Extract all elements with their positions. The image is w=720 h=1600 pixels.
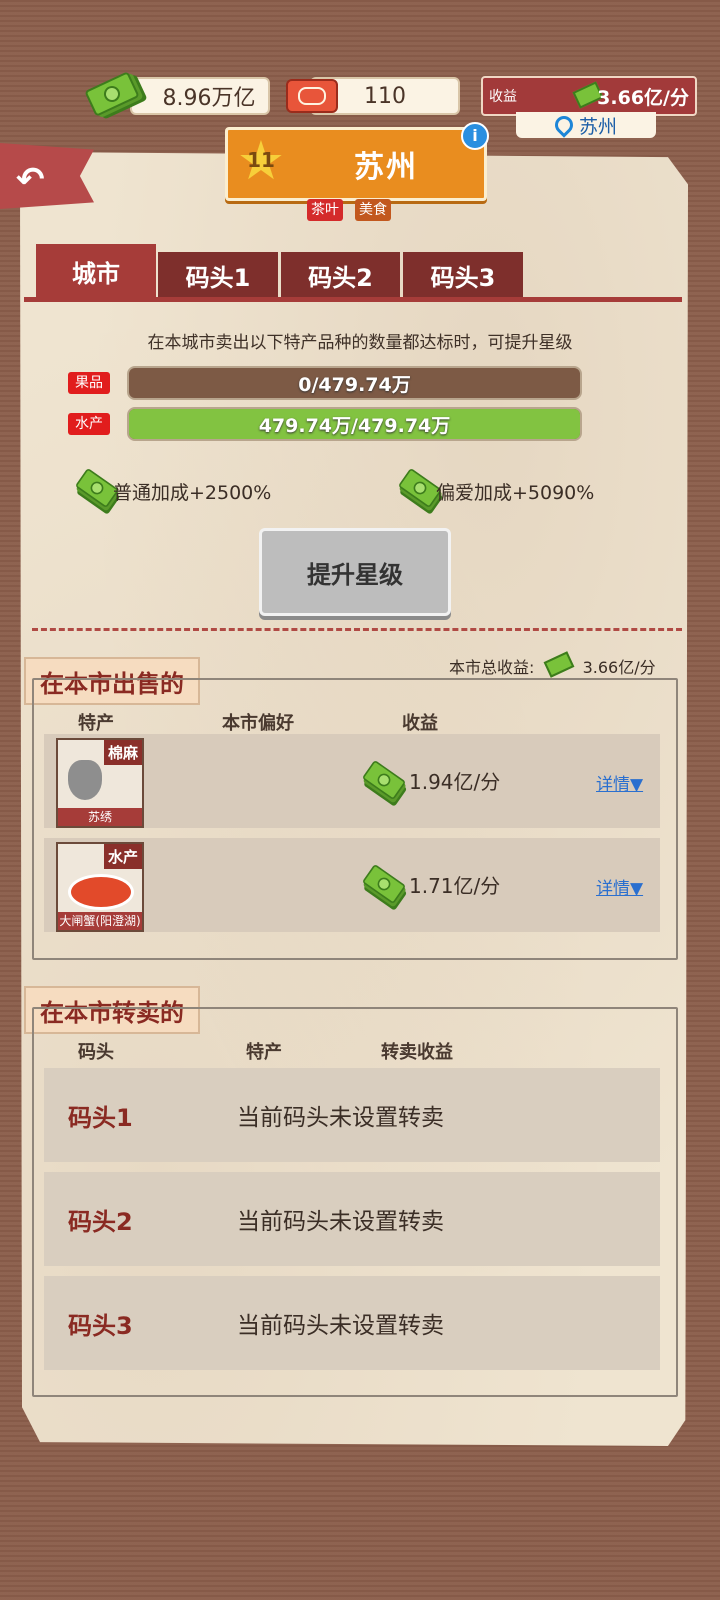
resale-message: 当前码头未设置转卖	[237, 1209, 444, 1235]
income-box[interactable]: 收益 3.66亿/分	[481, 76, 697, 116]
product-category: 水产	[103, 844, 142, 869]
ticket-value: 110	[364, 83, 406, 109]
location-name: 苏州	[578, 115, 617, 138]
tab-dock-2[interactable]: 码头2	[281, 252, 400, 298]
requirement-category: 水产	[68, 413, 110, 435]
requirement-progress-bar: 479.74万/479.74万	[127, 407, 582, 441]
product-income: 1.71亿/分	[409, 874, 501, 898]
product-category: 棉麻	[103, 740, 142, 765]
column-header: 码头	[78, 1042, 114, 1063]
back-button[interactable]: ↶	[0, 143, 94, 209]
star-level: 11	[247, 148, 275, 172]
city-name: 苏州	[354, 150, 418, 185]
tab-dock-1[interactable]: 码头1	[158, 252, 278, 298]
tab-city[interactable]: 城市	[36, 244, 156, 298]
crab-icon	[68, 874, 134, 910]
income-label: 收益	[489, 89, 517, 105]
city-tag-food: 美食	[355, 199, 391, 221]
dock-label: 码头3	[68, 1312, 133, 1340]
product-thumbnail[interactable]: 水产 大闸蟹(阳澄湖)	[56, 842, 144, 932]
tab-underline	[24, 297, 682, 302]
city-banner: ★ 11 苏州	[225, 127, 487, 201]
progress-text: 479.74万/479.74万	[258, 415, 451, 437]
product-income: 1.94亿/分	[409, 770, 501, 794]
requirement-progress-bar: 0/479.74万	[127, 366, 582, 400]
money-icon	[361, 863, 407, 905]
upgrade-hint: 在本城市卖出以下特产品种的数量都达标时，可提升星级	[147, 333, 573, 353]
column-header: 转卖收益	[381, 1042, 453, 1063]
favor-bonus: 偏爱加成+5090%	[436, 482, 595, 504]
detail-link[interactable]: 详情▼	[596, 770, 643, 795]
column-header: 收益	[402, 713, 438, 734]
upgrade-star-button[interactable]: 提升星级	[259, 528, 451, 616]
dock-label: 码头2	[68, 1208, 133, 1236]
product-thumbnail[interactable]: 棉麻 苏绣	[56, 738, 144, 828]
column-header: 本市偏好	[222, 713, 294, 734]
divider	[32, 628, 682, 631]
money-small-icon	[543, 651, 574, 678]
resale-row[interactable]: 码头1 当前码头未设置转卖	[44, 1068, 660, 1162]
requirement-category: 果品	[68, 372, 110, 394]
resale-message: 当前码头未设置转卖	[237, 1313, 444, 1339]
total-income-label: 本市总收益:	[449, 658, 535, 677]
money-display: 8.96万亿	[130, 77, 270, 115]
ticket-icon	[286, 79, 338, 113]
location-pin-icon	[551, 112, 577, 138]
resale-row[interactable]: 码头3 当前码头未设置转卖	[44, 1276, 660, 1370]
total-income: 本市总收益: 3.66亿/分	[449, 651, 656, 678]
resale-row[interactable]: 码头2 当前码头未设置转卖	[44, 1172, 660, 1266]
list-item: 棉麻 苏绣 1.94亿/分 详情▼	[44, 734, 660, 828]
back-arrow-icon: ↶	[16, 160, 45, 200]
detail-link[interactable]: 详情▼	[596, 874, 643, 899]
money-value: 8.96万亿	[162, 86, 256, 111]
embroidery-icon	[68, 760, 102, 800]
tab-dock-3[interactable]: 码头3	[403, 252, 523, 298]
location-box[interactable]: 苏州	[516, 112, 656, 138]
column-header: 特产	[246, 1042, 282, 1063]
normal-bonus: 普通加成+2500%	[113, 482, 272, 504]
money-icon	[361, 759, 407, 801]
dock-label: 码头1	[68, 1104, 133, 1132]
total-income-value: 3.66亿/分	[582, 658, 656, 677]
progress-text: 0/479.74万	[298, 374, 411, 396]
column-header: 特产	[78, 713, 114, 734]
product-name: 大闸蟹(阳澄湖)	[58, 912, 142, 930]
income-value: 3.66亿/分	[597, 86, 689, 109]
list-item: 水产 大闸蟹(阳澄湖) 1.71亿/分 详情▼	[44, 838, 660, 932]
product-name: 苏绣	[58, 808, 142, 826]
resale-message: 当前码头未设置转卖	[237, 1105, 444, 1131]
city-tag-tea: 茶叶	[307, 199, 343, 221]
info-icon[interactable]: i	[461, 122, 489, 150]
